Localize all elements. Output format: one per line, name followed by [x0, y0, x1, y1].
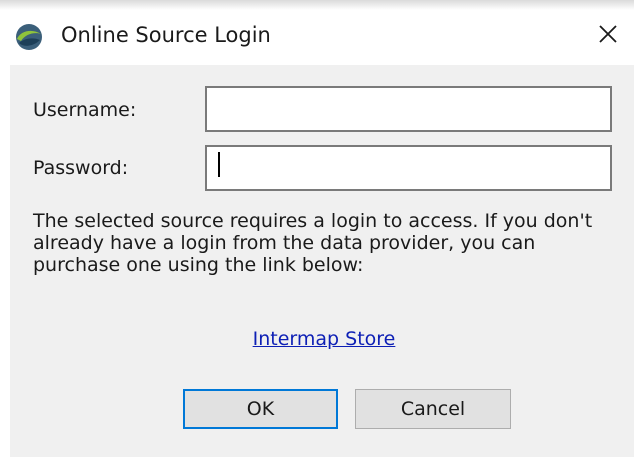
- text-caret: [218, 152, 220, 177]
- username-label: Username:: [33, 99, 137, 121]
- globe-swirl-icon: [14, 22, 44, 52]
- store-link-row: Intermap Store: [0, 328, 634, 350]
- cancel-button[interactable]: Cancel: [355, 389, 511, 429]
- background-strip: [0, 0, 634, 10]
- password-label: Password:: [33, 157, 129, 179]
- dialog-title: Online Source Login: [61, 23, 271, 47]
- close-icon: [598, 24, 618, 48]
- title-bar[interactable]: Online Source Login: [0, 10, 634, 65]
- intermap-store-link[interactable]: Intermap Store: [253, 328, 396, 350]
- login-dialog: Online Source Login Username: Password: …: [0, 0, 634, 457]
- window-edge: [0, 65, 10, 457]
- close-button[interactable]: [586, 16, 630, 56]
- info-message: The selected source requires a login to …: [33, 210, 593, 276]
- ok-button[interactable]: OK: [183, 389, 338, 429]
- password-field[interactable]: [205, 145, 612, 191]
- username-field[interactable]: [205, 86, 612, 132]
